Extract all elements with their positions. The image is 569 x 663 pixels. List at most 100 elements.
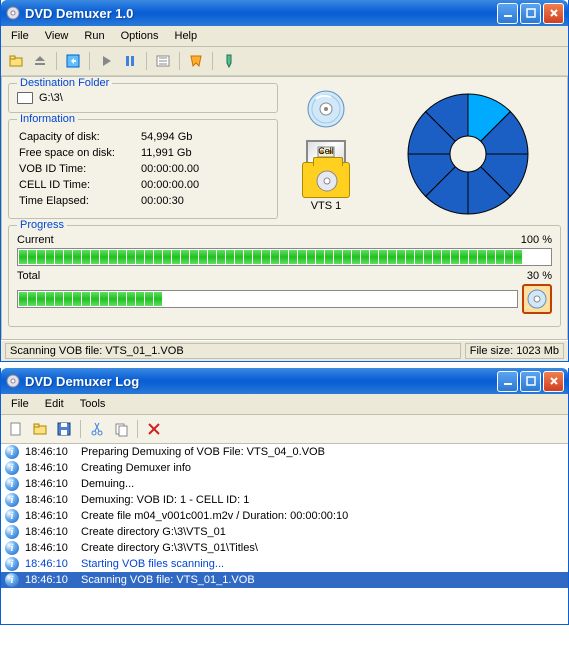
destination-path: G:\3\ — [39, 92, 63, 104]
info-icon: i — [5, 493, 19, 507]
minimize-button[interactable] — [497, 3, 518, 24]
info-row: VOB ID Time:00:00:00.00 — [19, 162, 207, 176]
log-message: Starting VOB files scanning... — [81, 558, 224, 570]
total-progress-bar — [17, 290, 518, 308]
separator — [137, 420, 138, 438]
separator — [89, 52, 90, 70]
log-message: Demuxing: VOB ID: 1 - CELL ID: 1 — [81, 494, 249, 506]
log-message: Creating Demuxer info — [81, 462, 191, 474]
menu-view[interactable]: View — [39, 28, 75, 44]
disc-button[interactable] — [522, 284, 552, 314]
drive-icon — [17, 92, 33, 104]
log-row[interactable]: i18:46:10Demuing... — [1, 476, 568, 492]
main-window: DVD Demuxer 1.0 File View Run Options He… — [0, 0, 569, 362]
help-icon[interactable] — [185, 50, 207, 72]
current-progress-bar — [17, 248, 552, 266]
log-time: 18:46:10 — [25, 510, 75, 522]
info-icon: i — [5, 525, 19, 539]
log-time: 18:46:10 — [25, 526, 75, 538]
close-button[interactable] — [543, 371, 564, 392]
info-icon: i — [5, 557, 19, 571]
log-time: 18:46:10 — [25, 494, 75, 506]
info-row: Time Elapsed:00:00:30 — [19, 194, 207, 208]
log-titlebar[interactable]: DVD Demuxer Log — [1, 368, 568, 394]
log-row[interactable]: i 18:46:10 Preparing Demuxing of VOB File:… — [1, 444, 568, 460]
destination-legend: Destination Folder — [17, 77, 112, 89]
info-row: Capacity of disk:54,994 Gb — [19, 130, 207, 144]
log-message: Scanning VOB file: VTS_01_1.VOB — [81, 574, 255, 586]
open-icon[interactable] — [5, 50, 27, 72]
open-icon[interactable] — [29, 418, 51, 440]
info-row: CELL ID Time:00:00:00.00 — [19, 178, 207, 192]
play-icon[interactable] — [95, 50, 117, 72]
log-message: Preparing Demuxing of VOB File: VTS_04_0… — [81, 446, 325, 458]
main-title: DVD Demuxer 1.0 — [25, 6, 495, 21]
total-label: Total — [17, 270, 40, 282]
cell-label: Cell — [286, 146, 366, 156]
cut-icon[interactable] — [86, 418, 108, 440]
log-message: Create directory G:\3\VTS_01 — [81, 526, 226, 538]
menu-run[interactable]: Run — [78, 28, 110, 44]
log-message: Create directory G:\3\VTS_01\Titles\ — [81, 542, 258, 554]
separator — [146, 52, 147, 70]
refresh-icon[interactable] — [62, 50, 84, 72]
total-pct: 30 % — [527, 270, 552, 282]
copy-icon[interactable] — [110, 418, 132, 440]
main-titlebar[interactable]: DVD Demuxer 1.0 — [1, 0, 568, 26]
info-icon: i — [5, 445, 19, 459]
list-icon[interactable] — [152, 50, 174, 72]
destination-group: Destination Folder G:\3\ — [8, 83, 278, 113]
progress-group: Progress Current 100 % Total 30 % — [8, 225, 561, 327]
menu-help[interactable]: Help — [169, 28, 204, 44]
log-time: 18:46:10 — [25, 462, 75, 474]
menu-options[interactable]: Options — [115, 28, 165, 44]
log-time: 18:46:10 — [25, 558, 75, 570]
tag-icon[interactable] — [218, 50, 240, 72]
log-row[interactable]: i18:46:10Scanning VOB file: VTS_01_1.VOB — [1, 572, 568, 588]
main-menubar: File View Run Options Help — [1, 26, 568, 47]
information-group: Information Capacity of disk:54,994 Gb F… — [8, 119, 278, 219]
log-row[interactable]: i 18:46:10 Create directory G:\3\VTS_01\Ti… — [1, 540, 568, 556]
disk-pie-chart — [403, 89, 533, 219]
log-row[interactable]: i 18:46:10 Create directory G:\3\VTS_01 — [1, 524, 568, 540]
separator — [56, 52, 57, 70]
status-right: File size: 1023 Mb — [465, 343, 564, 359]
log-toolbar — [1, 415, 568, 444]
vts-label: VTS 1 — [286, 200, 366, 212]
info-icon: i — [5, 541, 19, 555]
main-statusbar: Scanning VOB file: VTS_01_1.VOB File siz… — [1, 340, 568, 361]
log-menubar: File Edit Tools — [1, 394, 568, 415]
menu-edit[interactable]: Edit — [39, 396, 70, 412]
pause-icon[interactable] — [119, 50, 141, 72]
menu-file[interactable]: File — [5, 28, 35, 44]
menu-file[interactable]: File — [5, 396, 35, 412]
maximize-button[interactable] — [520, 371, 541, 392]
log-title: DVD Demuxer Log — [25, 374, 495, 389]
log-row[interactable]: i 18:46:10 Demuxing: VOB ID: 1 - CELL ID: … — [1, 492, 568, 508]
eject-icon[interactable] — [29, 50, 51, 72]
log-time: 18:46:10 — [25, 574, 75, 586]
log-time: 18:46:10 — [25, 446, 75, 458]
mid-column: Cell VTS 1 — [286, 83, 366, 225]
log-row[interactable]: i 18:46:10 Starting VOB files scanning... — [1, 556, 568, 572]
information-legend: Information — [17, 113, 78, 125]
delete-icon[interactable] — [143, 418, 165, 440]
main-content: Destination Folder G:\3\ Information Cap… — [1, 76, 568, 340]
info-row: Free space on disk:11,991 Gb — [19, 146, 207, 160]
new-icon[interactable] — [5, 418, 27, 440]
close-button[interactable] — [543, 3, 564, 24]
vts-box[interactable] — [302, 162, 350, 198]
log-row[interactable]: i18:46:10Create file m04_v001c001.m2v / … — [1, 508, 568, 524]
log-row[interactable]: i18:46:10Creating Demuxer info — [1, 460, 568, 476]
log-list[interactable]: i 18:46:10 Preparing Demuxing of VOB File:… — [1, 444, 568, 624]
maximize-button[interactable] — [520, 3, 541, 24]
save-icon[interactable] — [53, 418, 75, 440]
main-toolbar — [1, 47, 568, 76]
menu-tools[interactable]: Tools — [74, 396, 112, 412]
status-left: Scanning VOB file: VTS_01_1.VOB — [5, 343, 461, 359]
log-time: 18:46:10 — [25, 542, 75, 554]
progress-legend: Progress — [17, 219, 67, 231]
info-icon: i — [5, 509, 19, 523]
separator — [179, 52, 180, 70]
minimize-button[interactable] — [497, 371, 518, 392]
